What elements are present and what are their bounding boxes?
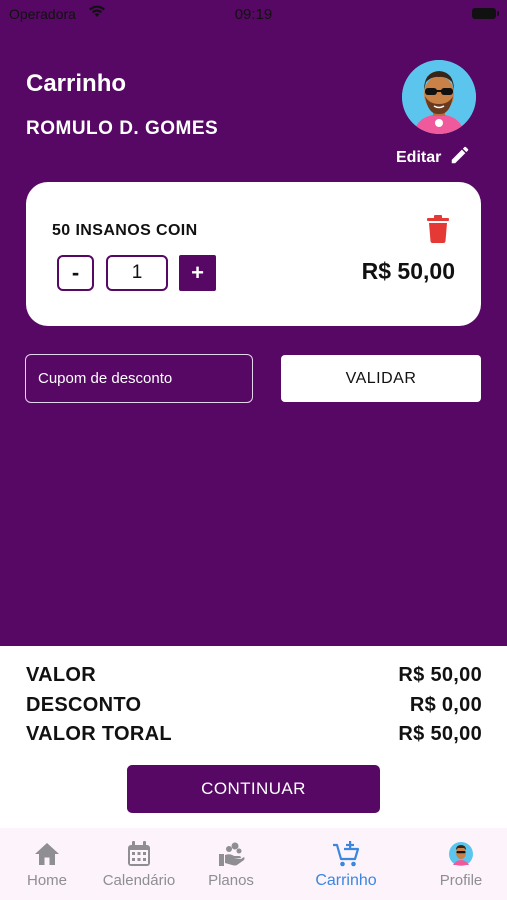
tab-plans[interactable]: Planos <box>192 828 270 900</box>
summary-amount: R$ 0,00 <box>409 693 482 716</box>
tab-label: Profile <box>439 872 483 889</box>
item-name: 50 INSANOS COIN <box>52 222 198 239</box>
quantity-field[interactable]: 1 <box>106 255 168 291</box>
increase-quantity-button[interactable]: + <box>179 255 216 291</box>
edit-label: Editar <box>396 148 442 166</box>
cart-item-card: 50 INSANOS COIN - 1 + R$ 50,00 <box>26 182 481 326</box>
continue-button[interactable]: CONTINUAR <box>127 765 380 813</box>
summary-row-discount: DESCONTO R$ 0,00 <box>26 694 482 724</box>
tab-label: Home <box>26 872 67 889</box>
tab-calendar[interactable]: Calendário <box>96 828 182 900</box>
calendar-icon <box>127 840 151 868</box>
tab-label: Carrinho <box>315 872 377 889</box>
tab-home[interactable]: Home <box>6 828 88 900</box>
avatar-icon <box>448 840 474 868</box>
user-name: ROMULO D. GOMES <box>26 118 219 139</box>
trash-icon <box>426 215 450 247</box>
cart-icon <box>332 840 360 868</box>
summary-row-value: VALOR R$ 50,00 <box>26 664 482 694</box>
summary-amount: R$ 50,00 <box>398 664 482 686</box>
tab-profile[interactable]: Profile <box>422 828 500 900</box>
tab-cart[interactable]: Carrinho <box>302 828 390 900</box>
item-price: R$ 50,00 <box>361 258 455 284</box>
decrease-quantity-button[interactable]: - <box>57 255 94 291</box>
page-title: Carrinho <box>26 70 127 97</box>
status-bar: Operadora 09:19 <box>0 0 507 28</box>
summary-label: DESCONTO <box>26 693 142 716</box>
bottom-tab-bar: Home Calendário Planos Carrinho Profile <box>0 828 507 900</box>
summary-label: VALOR <box>26 664 97 686</box>
coupon-input[interactable] <box>25 354 253 403</box>
pencil-icon <box>449 144 471 171</box>
tab-label: Calendário <box>102 872 176 889</box>
order-summary: VALOR R$ 50,00 DESCONTO R$ 0,00 VALOR TO… <box>26 664 482 753</box>
summary-amount: R$ 50,00 <box>398 723 482 745</box>
delete-item-button[interactable] <box>426 215 450 248</box>
validate-coupon-button[interactable]: VALIDAR <box>281 355 481 402</box>
summary-label: VALOR TORAL <box>26 723 172 745</box>
edit-profile-link[interactable]: Editar <box>396 144 471 171</box>
user-avatar[interactable] <box>402 60 476 134</box>
tab-label: Planos <box>208 872 254 889</box>
plans-icon <box>217 840 245 868</box>
home-icon <box>34 840 60 868</box>
clock: 09:19 <box>234 6 273 23</box>
battery-icon <box>472 8 499 19</box>
summary-row-total: VALOR TORAL R$ 50,00 <box>26 723 482 753</box>
